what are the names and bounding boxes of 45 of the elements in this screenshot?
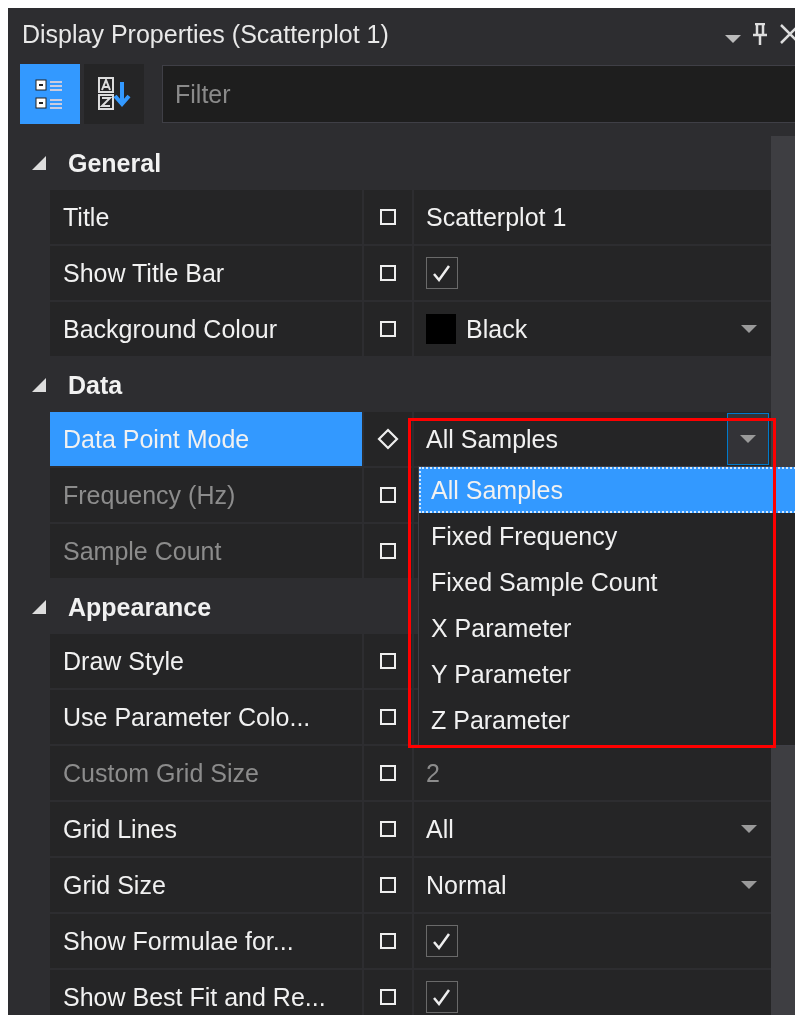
categorized-button[interactable] [20,64,80,124]
property-name[interactable]: Title [50,190,362,244]
caret-icon[interactable] [741,881,757,889]
panel-title: Display Properties (Scatterplot 1) [22,19,390,49]
dropdown-option[interactable]: Fixed Frequency [419,513,795,559]
dropdown-button[interactable] [727,413,769,465]
section-title: Data [68,370,123,400]
pin-icon[interactable] [751,23,769,45]
property-name[interactable]: Background Colour [50,302,362,356]
caret-icon[interactable] [741,325,757,333]
check-icon [432,264,452,282]
property-name[interactable]: Show Title Bar [50,246,362,300]
property-name[interactable]: Draw Style [50,634,362,688]
property-value: Scatterplot 1 [426,202,567,232]
dropdown-option[interactable]: Fixed Sample Count [419,559,795,605]
filter-field[interactable]: Filter [163,66,795,122]
property-name[interactable]: Grid Lines [50,802,362,856]
dropdown-option[interactable]: Z Parameter [419,697,795,743]
checkbox[interactable] [426,981,458,1013]
caret-icon[interactable] [725,35,741,43]
property-name[interactable]: Show Best Fit and Re... [50,970,362,1015]
property-value: Normal [426,870,507,900]
close-icon[interactable] [779,23,795,45]
sort-icon [97,76,131,112]
checkbox[interactable] [426,925,458,957]
alphabetical-button[interactable] [84,64,144,124]
section-title: Appearance [68,592,212,622]
property-name[interactable]: Use Parameter Colo... [50,690,362,744]
property-value: Black [466,314,528,344]
checkbox[interactable] [426,257,458,289]
expander-icon[interactable] [30,598,48,616]
check-icon [432,988,452,1006]
dropdown-option[interactable]: X Parameter [419,605,795,651]
section-title: General [68,148,162,178]
property-value: All Samples [426,424,558,454]
caret-icon[interactable] [741,825,757,833]
property-name[interactable]: Show Formulae for... [50,914,362,968]
dropdown-option[interactable]: Y Parameter [419,651,795,697]
property-value: All [426,814,454,844]
expander-icon[interactable] [30,376,48,394]
property-name[interactable]: Grid Size [50,858,362,912]
check-icon [432,932,452,950]
caret-icon [740,435,756,443]
property-value: 2 [426,758,440,788]
expander-icon[interactable] [30,154,48,172]
